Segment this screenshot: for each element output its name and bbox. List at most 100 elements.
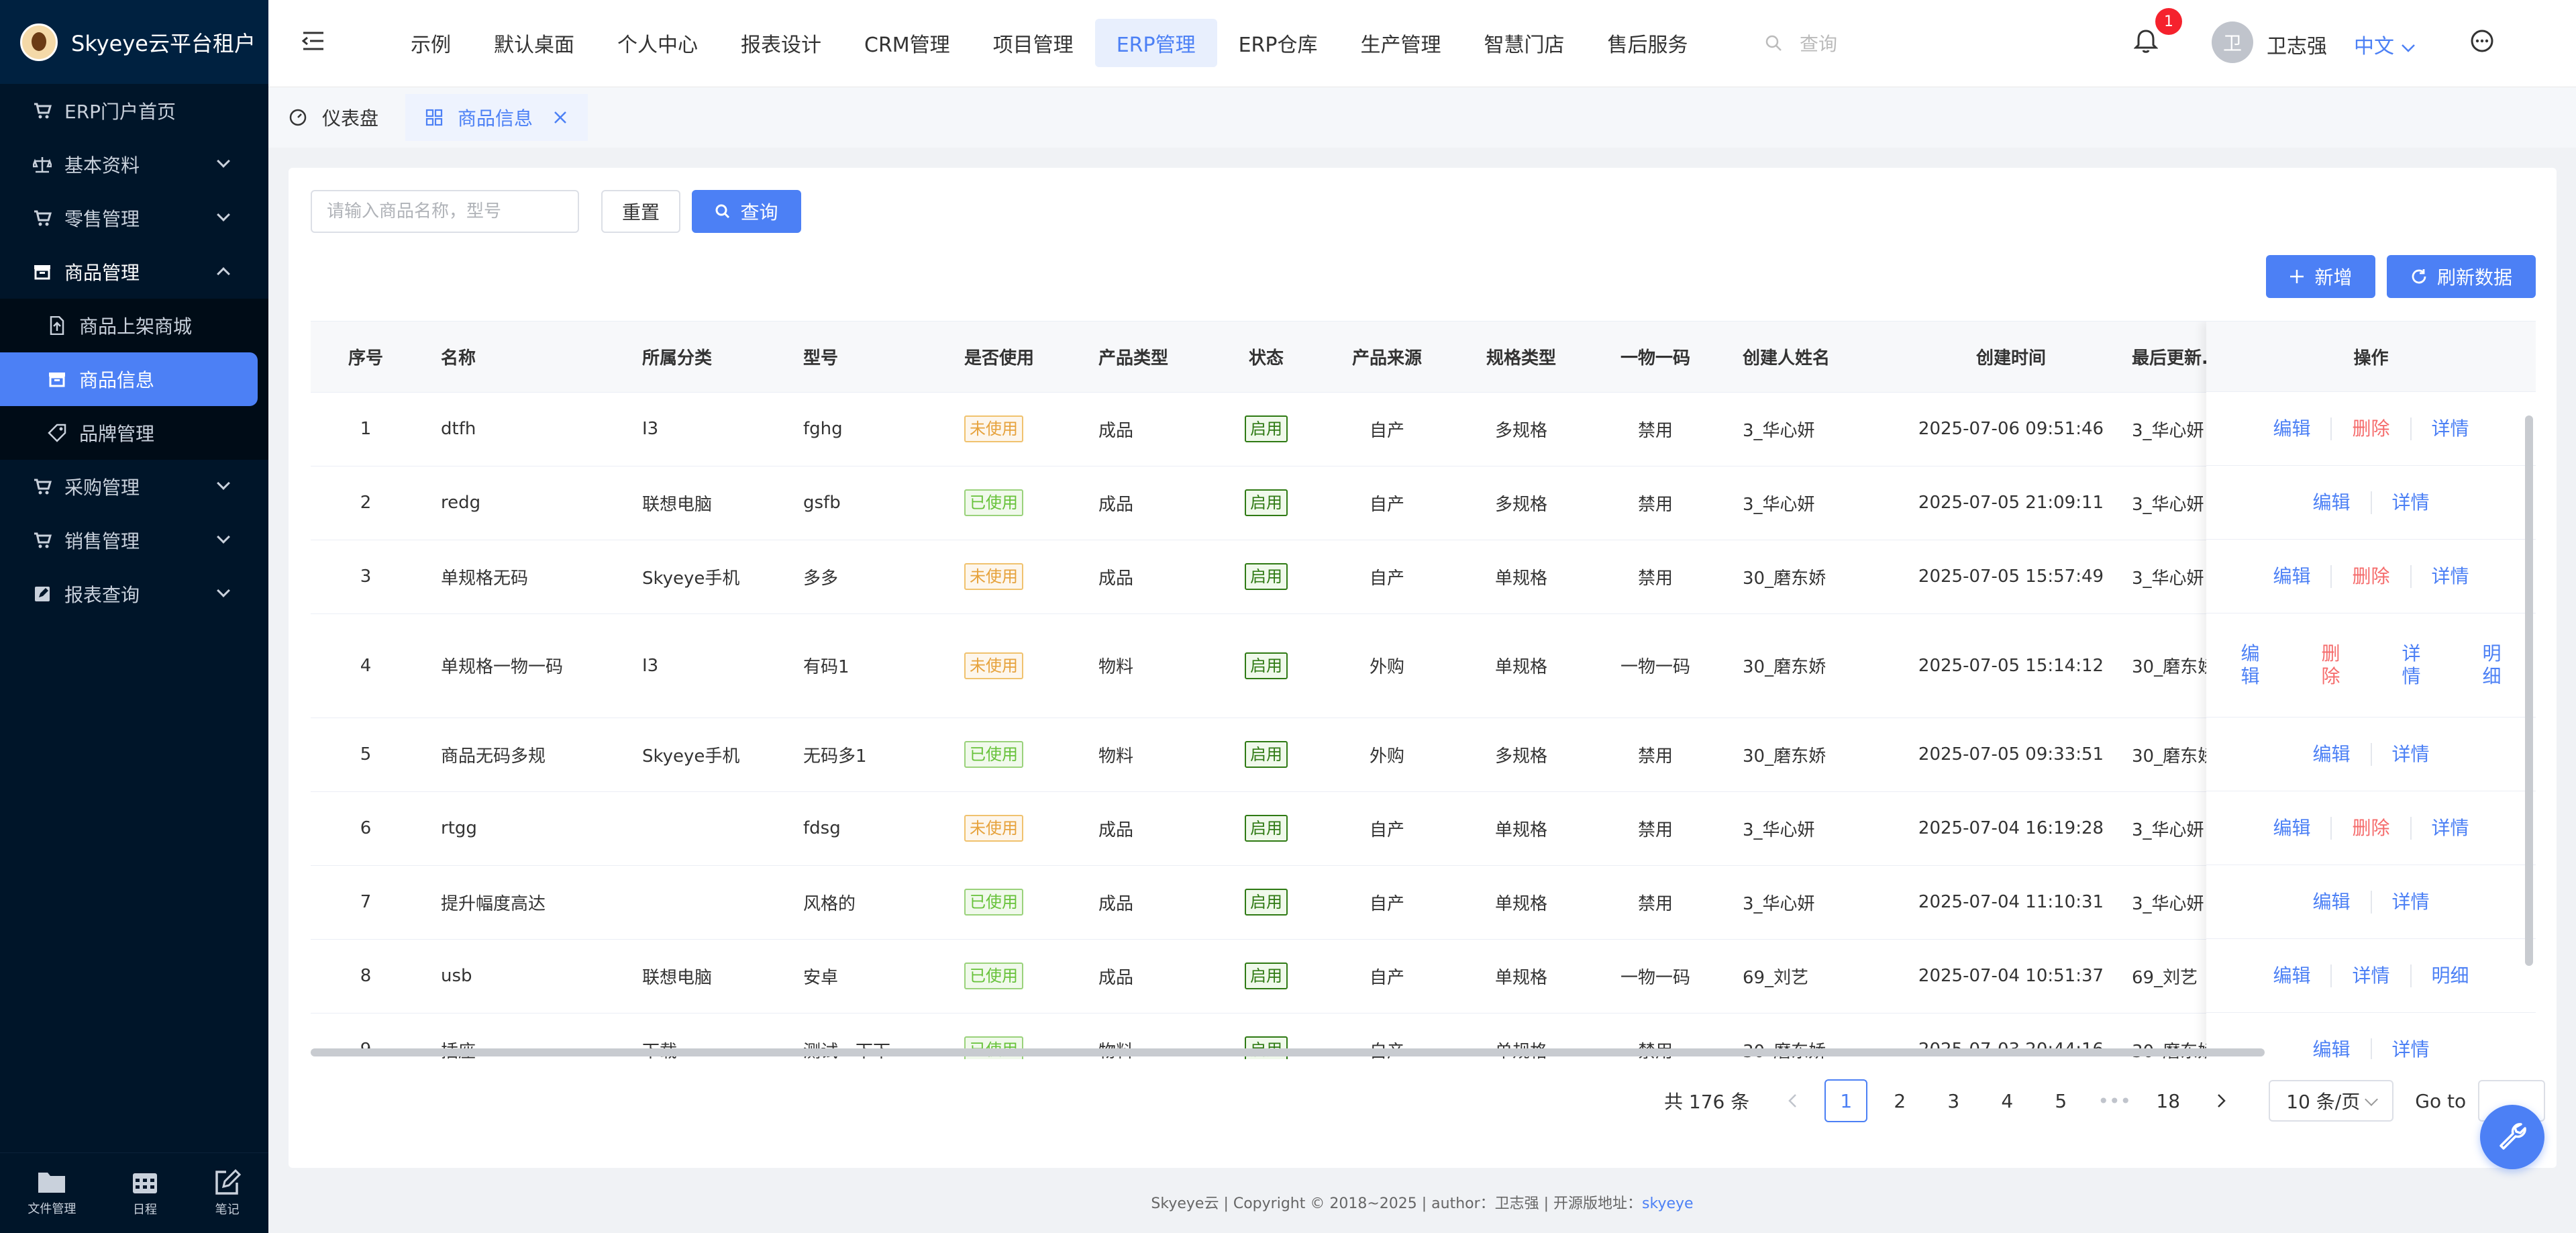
top-nav-item[interactable]: 示例: [389, 19, 472, 67]
sidebar-item-goods-mall[interactable]: 商品上架商城: [0, 299, 268, 352]
delete-link[interactable]: 删除: [2332, 816, 2412, 840]
items-link[interactable]: 明细: [2412, 965, 2489, 987]
pagination: 共 176 条 1 2 3 4 5 ••• 18 10 条/页 Go to: [1664, 1078, 2546, 1124]
sidebar-item-reports[interactable]: 报表查询: [0, 567, 268, 621]
detail-link[interactable]: 详情: [2391, 642, 2432, 688]
page-ellipsis[interactable]: •••: [2093, 1079, 2136, 1122]
sidebar-item-label: 报表查询: [64, 584, 140, 606]
table-cell-source: 自产: [1320, 939, 1454, 1014]
prev-page-button[interactable]: [1771, 1079, 1814, 1122]
menu-fold-icon[interactable]: [301, 31, 325, 56]
delete-link[interactable]: 删除: [2332, 564, 2412, 588]
page-button[interactable]: 2: [1878, 1079, 1921, 1122]
tab-goods-info[interactable]: 商品信息: [405, 94, 588, 141]
page-button[interactable]: 1: [1824, 1079, 1868, 1122]
detail-link[interactable]: 详情: [2372, 743, 2450, 766]
refresh-icon: [2412, 269, 2426, 284]
detail-link[interactable]: 详情: [2412, 565, 2489, 588]
edit-link[interactable]: 编辑: [2292, 491, 2372, 514]
content-card: 重置 查询 新增 刷新数据 序号 名称 所属分类 型号 是否使用 产品类型: [289, 168, 2557, 1168]
sidebar-item-purchase[interactable]: 采购管理: [0, 460, 268, 513]
top-nav-item[interactable]: 个人中心: [596, 19, 719, 67]
edit-link[interactable]: 编辑: [2230, 642, 2271, 688]
detail-link[interactable]: 详情: [2372, 1038, 2450, 1060]
sidebar-item-goods-info[interactable]: 商品信息: [0, 352, 258, 406]
plus-icon: [2290, 270, 2304, 283]
tab-dashboard[interactable]: 仪表盘: [268, 94, 399, 141]
avatar[interactable]: 卫: [2212, 21, 2253, 63]
settings-fab[interactable]: [2480, 1105, 2544, 1169]
sidebar-item-basic-data[interactable]: 基本资料: [0, 138, 268, 191]
page-size-select[interactable]: 10 条/页: [2269, 1080, 2394, 1122]
language-select[interactable]: 中文: [2354, 30, 2416, 59]
items-link[interactable]: 明细: [2472, 642, 2512, 688]
col-header: 名称: [421, 322, 622, 393]
top-nav-item[interactable]: 默认桌面: [472, 19, 596, 67]
sidebar-item-erp-home[interactable]: ERP门户首页: [0, 84, 268, 138]
chat-icon[interactable]: [2469, 28, 2495, 58]
sidebar-item-goods[interactable]: 商品管理: [0, 245, 268, 299]
table-cell-status: 启用: [1213, 613, 1320, 718]
top-nav-item[interactable]: 报表设计: [719, 19, 843, 67]
sidebar-item-retail[interactable]: 零售管理: [0, 191, 268, 245]
col-header: 操作: [2353, 348, 2389, 368]
ops-column: 操作 编辑 删除 详情 编辑 详情 编辑 删除 详情 编辑 删除 详情 明细 编辑 详情 编辑 删除 详情 编辑详…: [2206, 322, 2536, 1059]
bell-icon[interactable]: [2133, 28, 2159, 58]
page-tabs: 仪表盘 商品信息: [268, 87, 2576, 148]
top-nav-item[interactable]: 生产管理: [1339, 19, 1462, 67]
delete-link[interactable]: 删除: [2311, 642, 2351, 688]
edit-link[interactable]: 编辑: [2292, 1038, 2372, 1059]
page-button[interactable]: 4: [1986, 1079, 2028, 1122]
table-cell-created: 2025-07-05 15:57:49: [1910, 540, 2112, 614]
page-button[interactable]: 18: [2147, 1079, 2189, 1122]
edit-link[interactable]: 编辑: [2253, 816, 2332, 840]
vertical-scrollbar[interactable]: [2525, 415, 2533, 966]
top-nav-item[interactable]: 售后服务: [1586, 19, 1709, 67]
schedule-button[interactable]: 日程: [132, 1169, 158, 1218]
top-nav-item[interactable]: 项目管理: [972, 19, 1095, 67]
edit-link[interactable]: 编辑: [2253, 417, 2332, 440]
page-button[interactable]: 5: [2039, 1079, 2082, 1122]
file-manager-label: 文件管理: [28, 1201, 76, 1216]
top-nav-item[interactable]: 智慧门店: [1462, 19, 1586, 67]
table-cell-source: 自产: [1320, 466, 1454, 540]
table-cell-creator: 69_刘艺: [1722, 939, 1910, 1014]
table-cell-creator: 30_磨东娇: [1722, 613, 1910, 718]
sidebar-item-sales[interactable]: 销售管理: [0, 513, 268, 567]
query-button[interactable]: 查询: [692, 190, 801, 233]
close-icon[interactable]: [553, 110, 568, 125]
table-cell-category: Skyeye手机: [622, 540, 783, 614]
brand[interactable]: Skyeye云平台租户: [0, 0, 268, 84]
edit-link[interactable]: 编辑: [2292, 742, 2372, 766]
goods-search-input[interactable]: [311, 190, 579, 233]
delete-link[interactable]: 删除: [2332, 417, 2412, 440]
edit-link[interactable]: 编辑: [2253, 964, 2332, 987]
file-manager-button[interactable]: 文件管理: [28, 1170, 76, 1217]
table-cell-name: rtgg: [421, 791, 622, 866]
user-name[interactable]: 卫志强: [2267, 30, 2327, 59]
notes-button[interactable]: 笔记: [214, 1169, 241, 1218]
table-cell-spec: 单规格: [1454, 865, 1588, 940]
sidebar-item-brand[interactable]: 品牌管理: [0, 406, 268, 460]
detail-link[interactable]: 详情: [2332, 964, 2412, 987]
top-nav-item-active[interactable]: ERP管理: [1094, 19, 1217, 67]
top-nav-item[interactable]: CRM管理: [843, 19, 972, 67]
detail-link[interactable]: 详情: [2412, 417, 2489, 440]
notification-badge: 1: [2155, 8, 2182, 35]
table-cell-spec: 单规格: [1454, 791, 1588, 866]
detail-link[interactable]: 详情: [2372, 491, 2450, 514]
next-page-button[interactable]: [2200, 1079, 2243, 1122]
header-search[interactable]: 查询: [1765, 30, 1837, 56]
chevron-down-icon: [217, 477, 230, 490]
edit-link[interactable]: 编辑: [2253, 564, 2332, 588]
page-button[interactable]: 3: [1932, 1079, 1975, 1122]
detail-link[interactable]: 详情: [2372, 891, 2450, 914]
add-button[interactable]: 新增: [2266, 255, 2375, 298]
refresh-button[interactable]: 刷新数据: [2387, 255, 2536, 298]
detail-link[interactable]: 详情: [2412, 817, 2489, 840]
reset-button[interactable]: 重置: [601, 190, 680, 233]
edit-link[interactable]: 编辑: [2292, 890, 2372, 914]
horizontal-scrollbar[interactable]: [311, 1048, 2265, 1056]
footer-link[interactable]: skyeye: [1642, 1195, 1694, 1212]
top-nav-item[interactable]: ERP仓库: [1217, 19, 1339, 67]
